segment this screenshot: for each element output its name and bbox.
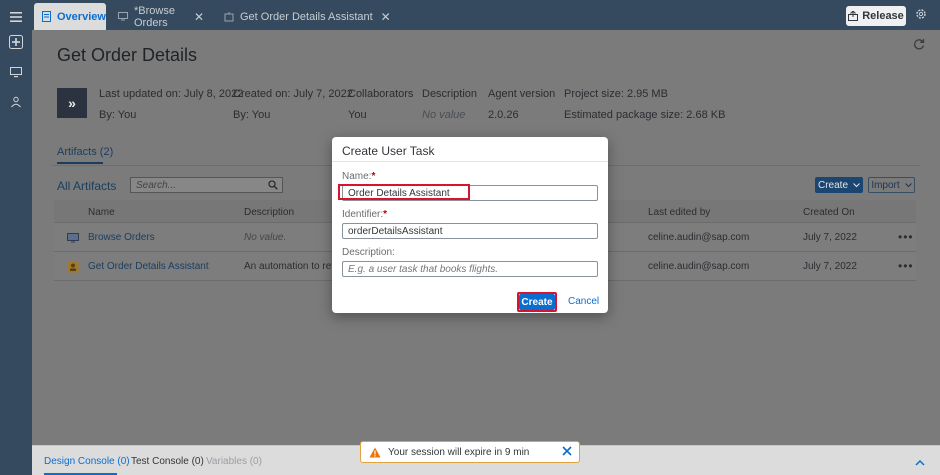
user-task-icon [66, 260, 80, 274]
tab-design-console[interactable]: Design Console (0) [44, 456, 130, 467]
automation-project-icon: » [57, 88, 87, 118]
close-icon[interactable]: ✕ [194, 10, 204, 24]
description-field[interactable]: E.g. a user task that books flights. [342, 261, 598, 277]
description: Description No value [422, 88, 478, 121]
required-marker: * [371, 171, 376, 182]
search-input[interactable]: Search... [130, 177, 283, 193]
tab-test-console[interactable]: Test Console (0) [131, 456, 204, 467]
tab-underline [57, 162, 103, 164]
artifact-last-edited: celine.audin@sap.com [648, 261, 750, 272]
close-icon[interactable]: ✕ [381, 10, 391, 24]
menu-icon[interactable] [8, 9, 24, 25]
bot-icon [224, 11, 234, 22]
more-icon[interactable]: ••• [898, 259, 914, 273]
add-icon[interactable] [8, 34, 24, 50]
created-on: Created on: July 7, 2022 By: You [233, 88, 353, 121]
left-rail [0, 0, 32, 475]
artifact-name-link[interactable]: Browse Orders [88, 232, 155, 243]
tab-overview[interactable]: Overview [34, 3, 106, 30]
release-button[interactable]: Release [846, 6, 906, 26]
gear-icon[interactable] [915, 8, 927, 23]
description-label: Description: [342, 247, 395, 258]
session-toast: Your session will expire in 9 min [360, 441, 580, 463]
column-header-name[interactable]: Name [88, 207, 115, 218]
all-artifacts-title: All Artifacts [57, 179, 117, 193]
column-header-created-on[interactable]: Created On [803, 207, 855, 218]
tab-get-order-details-assistant[interactable]: Get Order Details Assistant ✕ [216, 3, 401, 30]
artifact-name-link[interactable]: Get Order Details Assistant [88, 261, 209, 272]
cancel-button[interactable]: Cancel [568, 296, 599, 307]
tab-artifacts[interactable]: Artifacts (2) [57, 146, 113, 158]
upload-icon [848, 11, 859, 21]
page-title: Get Order Details [57, 45, 198, 65]
import-button[interactable]: Import [868, 177, 915, 193]
document-icon [42, 11, 51, 22]
tab-label: *Browse Orders [134, 4, 175, 29]
column-header-last-edited[interactable]: Last edited by [648, 207, 710, 218]
chevron-down-icon [853, 182, 860, 187]
name-label: Name:* [342, 171, 376, 182]
tab-variables: Variables (0) [206, 456, 262, 467]
tab-label: Overview [57, 10, 106, 23]
monitor-icon [118, 12, 128, 21]
collaborators: Collaborators You [348, 88, 414, 121]
tab-browse-orders[interactable]: *Browse Orders ✕ [110, 3, 212, 30]
highlight-box [338, 184, 470, 200]
artifact-description: No value. [244, 232, 287, 243]
more-icon[interactable]: ••• [898, 230, 914, 244]
chevron-down-icon [904, 182, 912, 187]
project-size: Project size: 2.95 MB Estimated package … [564, 88, 726, 121]
toast-message: Your session will expire in 9 min [388, 446, 530, 458]
search-icon[interactable] [268, 180, 278, 193]
identifier-label: Identifier:* [342, 209, 388, 220]
warning-icon [369, 447, 381, 458]
tab-bar: Overview *Browse Orders ✕ Get Order Deta… [32, 0, 940, 30]
artifact-last-edited: celine.audin@sap.com [648, 232, 750, 243]
create-artifact-button[interactable]: Create [815, 177, 863, 193]
monitor-icon [66, 231, 80, 245]
create-user-task-dialog: Create User Task Name:* Order Details As… [332, 137, 608, 313]
highlight-box [517, 292, 557, 312]
people-icon[interactable] [8, 94, 24, 110]
tab-label: Get Order Details Assistant [240, 10, 373, 23]
identifier-field[interactable]: orderDetailsAssistant [342, 223, 598, 239]
chevron-up-icon[interactable] [915, 455, 925, 469]
divider [332, 161, 608, 162]
artifact-created-on: July 7, 2022 [803, 261, 857, 272]
artifact-created-on: July 7, 2022 [803, 232, 857, 243]
agent-version: Agent version 2.0.26 [488, 88, 556, 121]
column-header-description[interactable]: Description [244, 207, 294, 218]
close-icon[interactable] [562, 446, 572, 459]
last-updated: Last updated on: July 8, 2022 By: You [99, 88, 244, 121]
monitor-icon[interactable] [8, 64, 24, 80]
required-marker: * [383, 209, 388, 220]
dialog-title: Create User Task [342, 144, 435, 158]
refresh-icon[interactable] [913, 38, 925, 53]
